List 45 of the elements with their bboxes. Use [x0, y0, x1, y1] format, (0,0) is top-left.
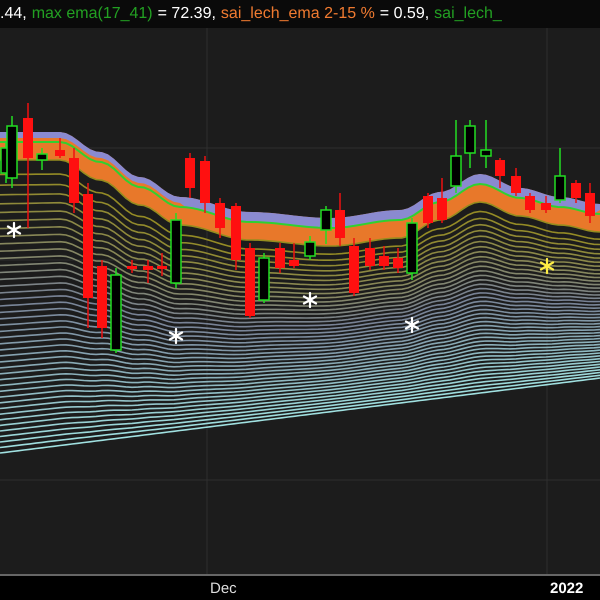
- candlestick: [320, 206, 332, 244]
- candlestick: [525, 193, 535, 213]
- candlestick: [69, 148, 79, 213]
- candlestick: [349, 238, 359, 296]
- candlestick: [200, 156, 210, 213]
- candlestick: [335, 193, 345, 246]
- legend-text: .44,: [0, 4, 27, 24]
- candlestick: [571, 180, 581, 203]
- asterisk-icon: [302, 292, 318, 308]
- candlestick: [541, 196, 551, 213]
- candlestick: [511, 168, 521, 196]
- axis-label: 2022: [550, 579, 584, 599]
- legend-text: sai_lech_ema 2-15 %: [220, 4, 375, 24]
- candlestick: [393, 248, 403, 273]
- candlestick: [127, 260, 137, 273]
- candlestick: [379, 246, 389, 270]
- candlestick: [464, 120, 476, 168]
- candlestick: [36, 148, 48, 170]
- candlestick: [437, 178, 447, 223]
- legend-text: = 0.59,: [380, 4, 430, 24]
- candlestick: [423, 193, 433, 228]
- candlestick: [406, 218, 418, 280]
- candlestick: [258, 253, 270, 303]
- candlestick: [231, 203, 241, 270]
- candlestick: [289, 243, 299, 268]
- candlestick: [55, 138, 65, 158]
- candlestick: [304, 236, 316, 260]
- candlestick: [157, 253, 167, 276]
- candlestick: [143, 260, 153, 283]
- candlestick: [554, 148, 566, 203]
- asterisk-icon: [540, 258, 554, 274]
- legend-text: = 72.39,: [158, 4, 216, 24]
- axis-label: Dec: [210, 579, 237, 599]
- candlestick: [480, 120, 492, 168]
- candlestick: [215, 198, 225, 238]
- legend-text: max ema(17_41): [32, 4, 153, 24]
- asterisk-icon: [404, 316, 420, 334]
- candlestick: [495, 158, 505, 188]
- legend-text: sai_lech_: [434, 4, 502, 24]
- candlestick: [275, 243, 285, 273]
- asterisk-icon: [6, 222, 22, 238]
- candlestick: [585, 183, 595, 223]
- candlestick: [185, 153, 195, 198]
- asterisk-icon: [168, 328, 184, 344]
- candlestick: [365, 238, 375, 270]
